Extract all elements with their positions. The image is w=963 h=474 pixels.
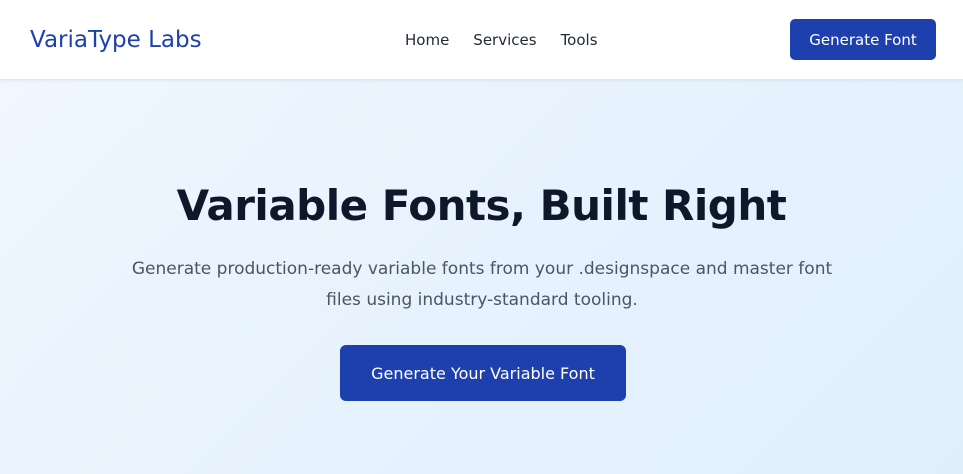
nav-link-tools[interactable]: Tools [561,30,598,50]
main-nav: Home Services Tools [405,30,598,50]
nav-link-home[interactable]: Home [405,30,449,50]
hero-section: Variable Fonts, Built Right Generate pro… [0,80,963,474]
site-header: VariaType Labs Home Services Tools Gener… [0,0,963,80]
nav-link-services[interactable]: Services [473,30,536,50]
site-logo[interactable]: VariaType Labs [30,24,202,56]
generate-font-button[interactable]: Generate Font [790,19,936,60]
generate-variable-font-button[interactable]: Generate Your Variable Font [340,345,626,401]
hero-title: Variable Fonts, Built Right [176,181,787,230]
hero-subtitle: Generate production-ready variable fonts… [131,259,833,310]
